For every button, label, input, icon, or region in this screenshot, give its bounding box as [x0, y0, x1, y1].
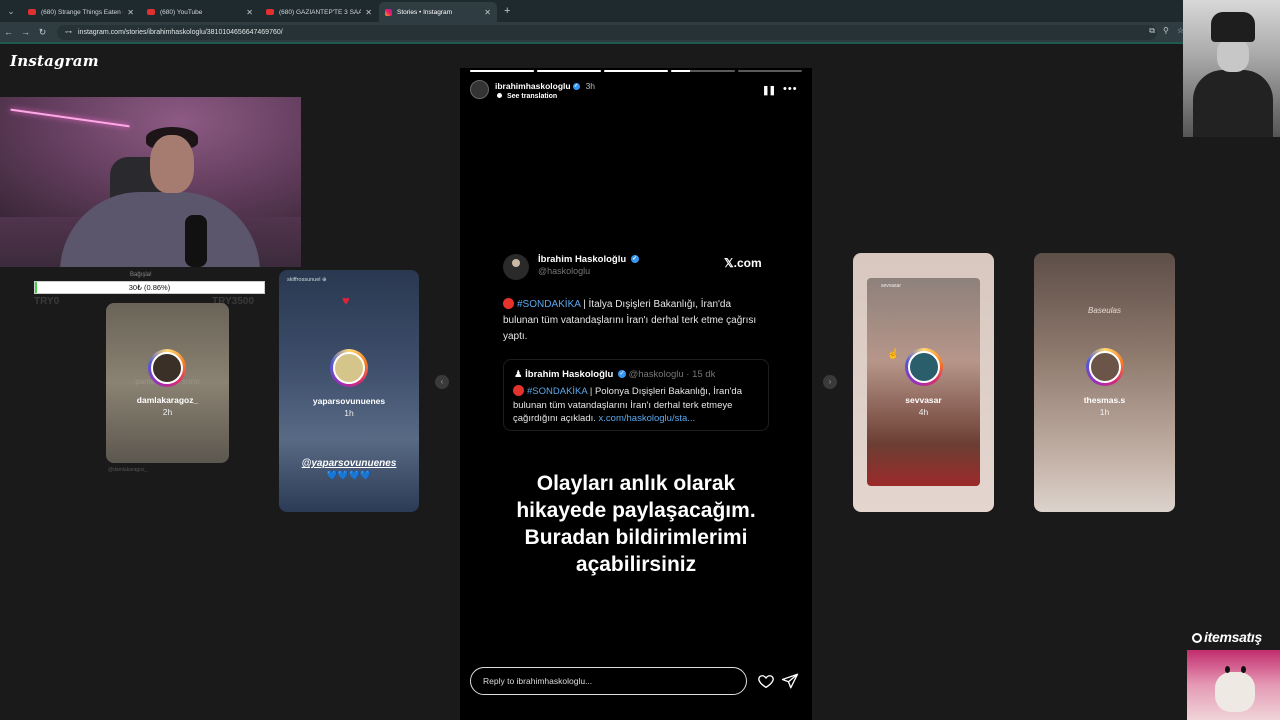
- close-tab-icon[interactable]: ✕: [365, 8, 372, 17]
- avatar: [905, 348, 943, 386]
- see-translation-button[interactable]: See translation: [497, 93, 557, 100]
- previous-story-icon[interactable]: ‹: [435, 375, 449, 389]
- x-logo: 𝕏.com: [724, 256, 762, 270]
- browser-tab-3[interactable]: (680) GAZİANTEP'TE 3 SAATTE ✕: [260, 2, 378, 22]
- avatar: [1086, 348, 1124, 386]
- close-tab-icon[interactable]: ✕: [484, 8, 491, 17]
- tab-search-icon[interactable]: ⌄: [0, 0, 22, 22]
- mouse-cursor-icon: ☝: [887, 349, 900, 360]
- microphone: [185, 215, 207, 267]
- browser-tab-1[interactable]: (680) Strange Things Eaten in It ✕: [22, 2, 140, 22]
- youtube-icon: [266, 9, 274, 15]
- tab-title: (680) YouTube: [160, 8, 203, 16]
- send-icon[interactable]: [781, 672, 799, 690]
- url-field[interactable]: ⊶ instagram.com/stories/ibrahimhaskologl…: [57, 24, 1157, 40]
- story-time: 1h: [1099, 407, 1110, 417]
- story-card-yaparsovunuenes[interactable]: skiffrossunuel ⊕ ♥ yaparsovunuenes 1h @y…: [279, 270, 419, 512]
- donation-label: Bağışla!: [130, 272, 152, 278]
- quoted-tweet: ♟ İbrahim Haskoloğlu ✓ @haskologlu · 15 …: [503, 359, 769, 431]
- story-avatar[interactable]: [470, 80, 489, 99]
- install-icon[interactable]: ⧉: [1149, 26, 1155, 36]
- new-tab-button[interactable]: +: [504, 5, 510, 17]
- story-username[interactable]: ibrahimhaskologlu: [495, 81, 571, 91]
- tweet-author: İbrahim Haskoloğlu ✓: [538, 254, 639, 265]
- pause-icon[interactable]: ❚❚: [762, 85, 776, 96]
- donation-min: TRY0: [34, 296, 60, 307]
- quoted-tweet-header: ♟ İbrahim Haskoloğlu ✓ @haskologlu · 15 …: [514, 369, 716, 380]
- red-circle-icon: [503, 298, 514, 309]
- sponsor-logo-icon: [1192, 633, 1202, 643]
- sponsor-logo: itemsatış: [1192, 629, 1262, 645]
- story-time: 3h: [585, 81, 596, 91]
- avatar: [148, 349, 186, 387]
- story-hearts: 💙💙💙💙: [326, 470, 372, 480]
- story-username: sevvasar: [905, 395, 942, 405]
- story-top-user: skiffrossunuel ⊕: [287, 277, 327, 283]
- zoom-icon[interactable]: ⚲: [1163, 26, 1169, 36]
- story-mention: @yaparsovunuenes: [301, 458, 397, 469]
- divider: [0, 42, 1183, 44]
- story-card-thesmas[interactable]: Baseulas thesmas.s 1h: [1034, 253, 1175, 512]
- story-time: 4h: [918, 407, 929, 417]
- story-watermark: Baseulas: [1088, 306, 1121, 315]
- tweet-handle: @haskologlu: [538, 266, 591, 276]
- verified-icon: ✓: [572, 83, 580, 91]
- tweet-avatar: [503, 254, 529, 280]
- story-username: thesmas.s: [1083, 395, 1126, 405]
- site-info-icon[interactable]: ⊶: [65, 28, 72, 36]
- translate-dot-icon: [497, 93, 502, 98]
- url-text: instagram.com/stories/ibrahimhaskologlu/…: [78, 28, 283, 36]
- more-options-icon[interactable]: •••: [783, 83, 798, 95]
- story-username: yaparsovunuenes: [312, 396, 386, 406]
- avatar: [330, 349, 368, 387]
- like-heart-icon[interactable]: [757, 672, 775, 690]
- story-progress-segment: [537, 70, 601, 72]
- story-viewer[interactable]: ibrahimhaskologlu ✓ 3h See translation ❚❚ …: [460, 68, 812, 720]
- webcam-overlay: [0, 97, 301, 267]
- story-progress-segment: [604, 70, 668, 72]
- story-progress-segment: [738, 70, 802, 72]
- forward-icon[interactable]: →: [17, 27, 34, 37]
- donation-progress-bar: 30₺ (0.86%): [34, 281, 265, 294]
- donation-amount: 30₺ (0.86%): [128, 283, 171, 292]
- story-card-sevvasar[interactable]: sevvasar sevvasar 4h: [853, 253, 994, 512]
- reload-icon[interactable]: ↻: [34, 27, 51, 38]
- portrait-overlay: [1183, 0, 1280, 137]
- instagram-logo[interactable]: Instagram: [10, 52, 99, 70]
- next-story-icon[interactable]: ›: [823, 375, 837, 389]
- browser-tab-4[interactable]: Stories • Instagram ✕: [379, 2, 497, 22]
- youtube-icon: [28, 9, 36, 15]
- story-caption: @damlakaragoz_: [108, 467, 148, 473]
- address-bar: ← → ↻ ⊶ instagram.com/stories/ibrahimhas…: [0, 22, 1280, 42]
- youtube-icon: [147, 9, 155, 15]
- quoted-tweet-text: #SONDAKİKA | Polonya Dışişleri Bakanlığı…: [513, 385, 742, 424]
- close-tab-icon[interactable]: ✕: [127, 8, 134, 17]
- browser-tab-2[interactable]: (680) YouTube ✕: [141, 2, 259, 22]
- tweet-text: #SONDAKİKA | İtalya Dışişleri Bakanlığı,…: [503, 298, 757, 342]
- instagram-icon: [385, 8, 392, 16]
- tab-title: (680) GAZİANTEP'TE 3 SAATTE: [279, 8, 362, 16]
- story-progress-segment: [671, 70, 735, 72]
- story-progress-segment: [470, 70, 534, 72]
- close-tab-icon[interactable]: ✕: [246, 8, 253, 17]
- back-icon[interactable]: ←: [0, 27, 17, 37]
- reply-input[interactable]: Reply to ibrahimhaskologlu...: [470, 667, 747, 695]
- story-time: 1h: [344, 408, 354, 418]
- cat-cam-overlay: [1187, 650, 1280, 720]
- tab-title: (680) Strange Things Eaten in It: [41, 8, 123, 16]
- browser-tab-bar: ⌄ (680) Strange Things Eaten in It ✕ (68…: [0, 0, 1280, 22]
- heart-icon: ♥: [342, 293, 350, 308]
- story-username: damlakaragoz_: [136, 395, 199, 405]
- story-header: ibrahimhaskologlu ✓ 3h: [495, 81, 595, 91]
- story-big-text: Olayları anlık olarak hikayede paylaşaca…: [516, 472, 756, 576]
- red-circle-icon: [513, 385, 524, 396]
- tab-title: Stories • Instagram: [397, 8, 453, 16]
- story-card-damlakaragoz[interactable]: pame er... m snrm damlakaragoz_ 2h: [106, 303, 229, 463]
- story-progress-bars: [470, 70, 802, 72]
- story-watermark: sevvasar: [881, 283, 902, 289]
- story-time: 2h: [162, 407, 173, 417]
